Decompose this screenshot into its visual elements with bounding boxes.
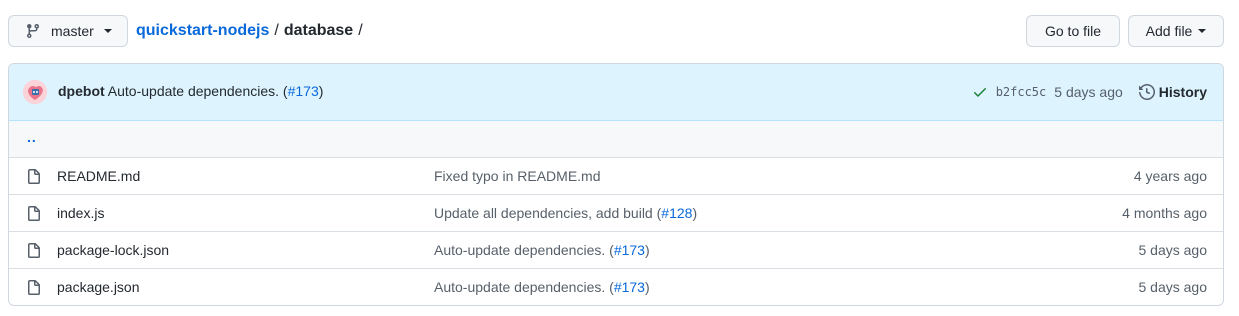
add-file-label: Add file [1145,23,1193,39]
file-commit-message[interactable]: Auto-update dependencies. (#173) [434,242,650,258]
file-row: package.json Auto-update dependencies. (… [9,268,1223,305]
file-name-link[interactable]: index.js [57,205,104,221]
commit-meta: b2fcc5c 5 days ago History [972,64,1207,120]
file-age: 4 years ago [1133,168,1207,184]
commit-message-suffix: ) [318,83,324,99]
file-icon [28,206,40,221]
file-commit-message-text: Auto-update dependencies. ( [434,279,614,295]
commit-message[interactable]: Auto-update dependencies. (#173) [108,83,324,99]
avatar[interactable] [23,80,47,104]
latest-commit-bar: dpebot Auto-update dependencies. (#173) … [9,64,1223,121]
file-icon [28,169,40,184]
breadcrumb: quickstart-nodejs / database / [136,15,368,47]
breadcrumb-current-dir: database [283,22,354,39]
file-row: README.md Fixed typo in README.md 4 year… [9,157,1223,194]
file-icon [28,243,40,258]
file-commit-message-suffix: ) [644,242,650,258]
history-icon [1138,84,1155,100]
file-navigation: master quickstart-nodejs / database / Go… [8,15,1224,47]
commit-author[interactable]: dpebot [58,83,105,99]
breadcrumb-separator: / [358,22,363,39]
file-name-link[interactable]: README.md [57,168,140,184]
file-commit-message-suffix: ) [644,279,650,295]
parent-directory-row[interactable]: .. [9,121,1223,157]
file-commit-message[interactable]: Fixed typo in README.md [434,168,601,184]
history-link[interactable]: History [1138,84,1207,100]
branch-name: master [51,23,94,39]
file-age: 5 days ago [1138,279,1208,295]
commit-age: 5 days ago [1054,84,1123,100]
file-commit-pr-link[interactable]: #128 [661,205,692,221]
file-age: 5 days ago [1138,242,1208,258]
commit-message-text: Auto-update dependencies. ( [107,83,288,99]
file-commit-message-suffix: ) [692,205,698,221]
file-commit-message-text: Fixed typo in README.md [434,168,601,184]
chevron-down-icon [103,29,112,33]
check-icon[interactable] [972,84,988,100]
commit-pr-link[interactable]: #173 [288,83,319,99]
go-to-file-button[interactable]: Go to file [1026,15,1120,47]
file-commit-pr-link[interactable]: #173 [614,242,645,258]
file-icon [28,280,40,295]
chevron-down-icon [1198,29,1207,33]
file-list-box: dpebot Auto-update dependencies. (#173) … [8,63,1224,306]
breadcrumb-repo-link[interactable]: quickstart-nodejs [136,22,269,40]
branch-selector-button[interactable]: master [8,15,128,47]
git-branch-icon [26,24,39,39]
commit-sha-link[interactable]: b2fcc5c [996,85,1047,99]
file-row: index.js Update all dependencies, add bu… [9,194,1223,231]
history-label: History [1158,84,1207,100]
file-commit-message-text: Auto-update dependencies. ( [434,242,614,258]
file-row: package-lock.json Auto-update dependenci… [9,231,1223,268]
file-commit-message-text: Update all dependencies, add build ( [434,205,662,221]
breadcrumb-separator: / [274,22,279,39]
file-name-link[interactable]: package-lock.json [57,242,169,258]
file-commit-pr-link[interactable]: #173 [614,279,645,295]
file-age: 4 months ago [1122,205,1207,221]
file-commit-message[interactable]: Update all dependencies, add build (#128… [434,205,697,221]
file-commit-message[interactable]: Auto-update dependencies. (#173) [434,279,650,295]
add-file-button[interactable]: Add file [1128,15,1224,47]
commit-summary: dpebot Auto-update dependencies. (#173) [58,83,323,99]
parent-directory-link[interactable]: .. [27,129,37,145]
file-name-link[interactable]: package.json [57,279,140,295]
go-to-file-label: Go to file [1044,23,1102,39]
